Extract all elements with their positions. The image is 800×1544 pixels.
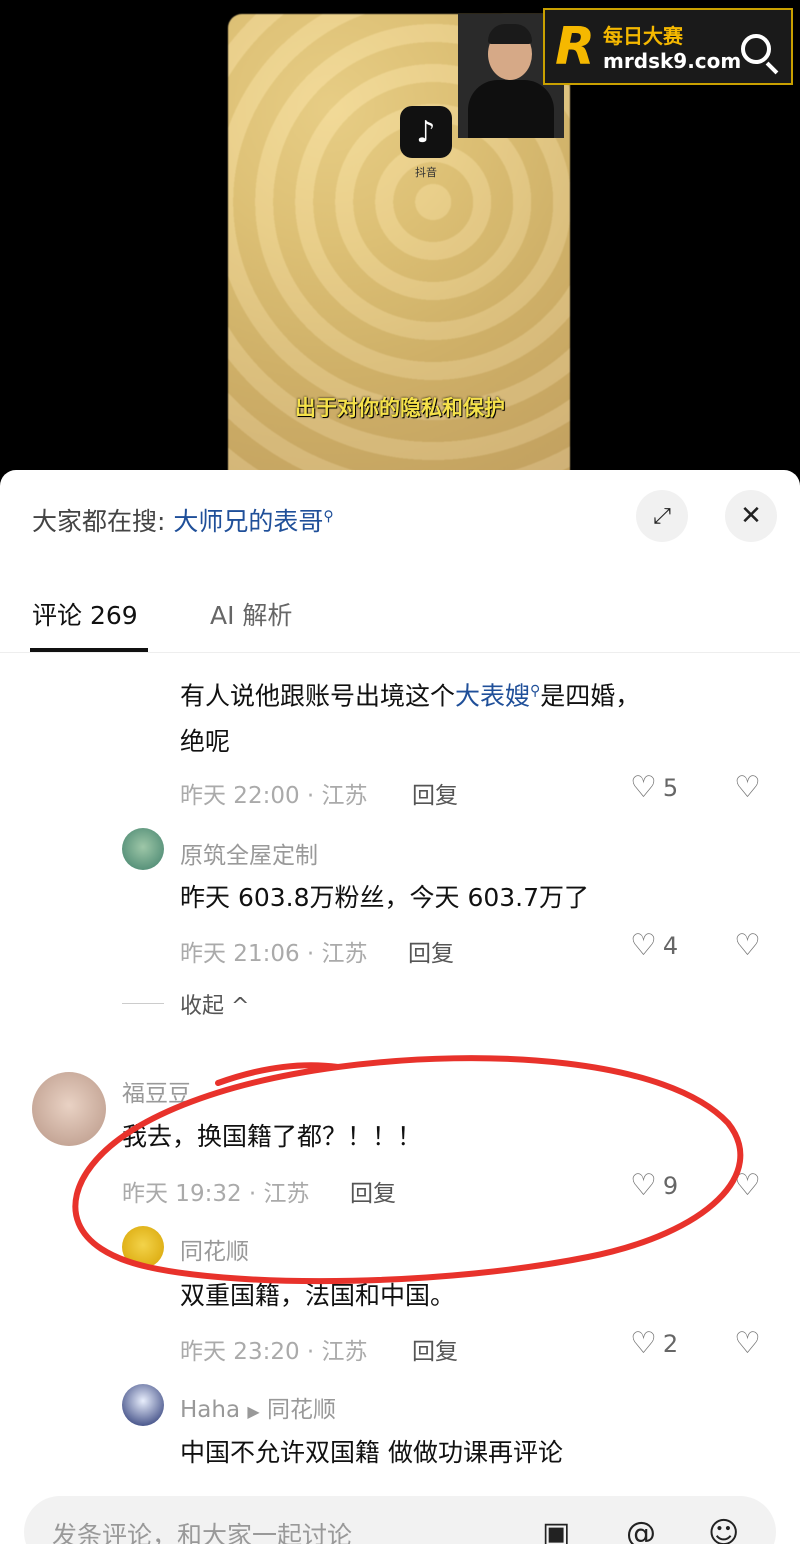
close-icon: ✕ xyxy=(740,501,762,531)
avatar[interactable] xyxy=(122,1384,164,1426)
chevron-up-icon: ^ xyxy=(231,994,250,1019)
like-count: 2 xyxy=(662,1329,679,1358)
comment-text-part: 是四婚， xyxy=(540,681,641,711)
broken-heart-icon[interactable]: ♡ xyxy=(734,1326,761,1361)
like-button[interactable]: ♡ 5 xyxy=(630,770,678,805)
comment-meta: 昨天 22:00 · 江苏 xyxy=(180,783,368,809)
broken-heart-icon[interactable]: ♡ xyxy=(734,1168,761,1203)
like-button[interactable]: ♡ 4 xyxy=(630,928,678,963)
like-count: 4 xyxy=(662,931,679,960)
reply-button[interactable]: 回复 xyxy=(350,1174,396,1208)
reply-arrow-icon: ▶ xyxy=(247,1402,260,1421)
image-icon[interactable]: ▣ xyxy=(542,1516,570,1544)
comment-meta: 昨天 23:20 · 江苏 xyxy=(180,1339,368,1365)
watermark-search-icon xyxy=(741,34,771,64)
collapse-label: 收起 xyxy=(180,994,225,1019)
emoji-icon[interactable]: ☺ xyxy=(708,1516,739,1544)
collapse-replies-button[interactable]: 收起 ^ xyxy=(180,988,249,1020)
trending-search-keyword[interactable]: 大师兄的表哥 xyxy=(173,507,323,536)
broken-heart-icon[interactable]: ♡ xyxy=(734,928,761,963)
like-button[interactable]: ♡ 2 xyxy=(630,1326,678,1361)
heart-icon: ♡ xyxy=(630,1326,657,1361)
comment-username[interactable]: 原筑全屋定制 xyxy=(180,836,318,870)
heart-icon: ♡ xyxy=(630,928,657,963)
at-mention-icon[interactable]: @ xyxy=(626,1516,656,1544)
watermark-logo-letter: R xyxy=(555,16,596,77)
comment-text: 中国不允许双国籍 做做功课再评论 xyxy=(180,1438,563,1467)
watermark-title: 每日大赛 xyxy=(603,24,684,48)
comment-keyword-link[interactable]: 大表嫂 xyxy=(455,681,530,710)
expand-button[interactable]: ⤢ xyxy=(636,490,688,542)
reply-to-username[interactable]: 同花顺 xyxy=(267,1397,336,1423)
comment-text: 双重国籍，法国和中国。 xyxy=(180,1281,456,1310)
watermark-domain: mrdsk9.com xyxy=(603,49,742,73)
comment-input-placeholder[interactable]: 发条评论，和大家一起讨论 xyxy=(52,1516,352,1544)
trending-search-prefix: 大家都在搜: xyxy=(32,507,166,536)
comment-text-part: 绝呢 xyxy=(180,727,231,757)
video-subtitle: 出于对你的隐私和保护 xyxy=(295,396,505,420)
comment-meta: 昨天 21:06 · 江苏 xyxy=(180,941,368,967)
heart-icon: ♡ xyxy=(630,770,657,805)
reply-button[interactable]: 回复 xyxy=(412,1332,458,1366)
douyin-app-label: 抖音 xyxy=(415,166,437,179)
comment-text-part: 有人说他跟账号出境这个 xyxy=(180,681,456,711)
trending-search[interactable]: 大家都在搜: 大师兄的表哥⚲ xyxy=(32,502,334,538)
comment-text: 我去，换国籍了都？！！！ xyxy=(122,1122,423,1151)
heart-icon: ♡ xyxy=(630,1168,657,1203)
broken-heart-icon[interactable]: ♡ xyxy=(734,770,761,805)
reply-button[interactable]: 回复 xyxy=(408,934,454,968)
douyin-app-icon: ♪ xyxy=(400,106,452,158)
like-button[interactable]: ♡ 9 xyxy=(630,1168,678,1203)
avatar[interactable] xyxy=(122,1226,164,1268)
avatar[interactable] xyxy=(122,828,164,870)
expand-icon: ⤢ xyxy=(653,503,671,529)
like-count: 9 xyxy=(662,1171,679,1200)
search-icon: ⚲ xyxy=(530,683,541,699)
site-watermark: R 每日大赛 mrdsk9.com xyxy=(543,8,793,85)
comment-meta: 昨天 19:32 · 江苏 xyxy=(122,1181,310,1207)
comment-sheet: 大家都在搜: 大师兄的表哥⚲ ⤢ ✕ 评论 269 AI 解析 有人说他跟账号出… xyxy=(0,470,800,1544)
avatar[interactable] xyxy=(32,1072,106,1146)
comment-input-bar: 发条评论，和大家一起讨论 ▣ @ ☺ xyxy=(0,1486,800,1544)
comment-username[interactable]: 同花顺 xyxy=(180,1232,249,1266)
comment-username[interactable]: 福豆豆 xyxy=(122,1074,191,1108)
search-icon: ⚲ xyxy=(323,508,334,525)
comment-text: 昨天 603.8万粉丝，今天 603.7万了 xyxy=(180,883,590,912)
tab-ai-analysis[interactable]: AI 解析 xyxy=(210,596,292,632)
comment-text: 有人说他跟账号出境这个大表嫂⚲是四婚， 绝呢 xyxy=(180,668,640,765)
comment-username[interactable]: Haha xyxy=(180,1397,240,1423)
tab-divider xyxy=(0,652,800,653)
tab-comments[interactable]: 评论 269 xyxy=(32,596,138,632)
reply-button[interactable]: 回复 xyxy=(412,776,458,810)
collapse-divider xyxy=(122,1003,164,1004)
like-count: 5 xyxy=(662,773,679,802)
close-button[interactable]: ✕ xyxy=(725,490,777,542)
video-player[interactable]: ♪ 抖音 出于对你的隐私和保护 R 每日大赛 mrdsk9.com xyxy=(0,0,800,490)
comment-username-thread[interactable]: Haha ▶ 同花顺 xyxy=(180,1390,336,1424)
